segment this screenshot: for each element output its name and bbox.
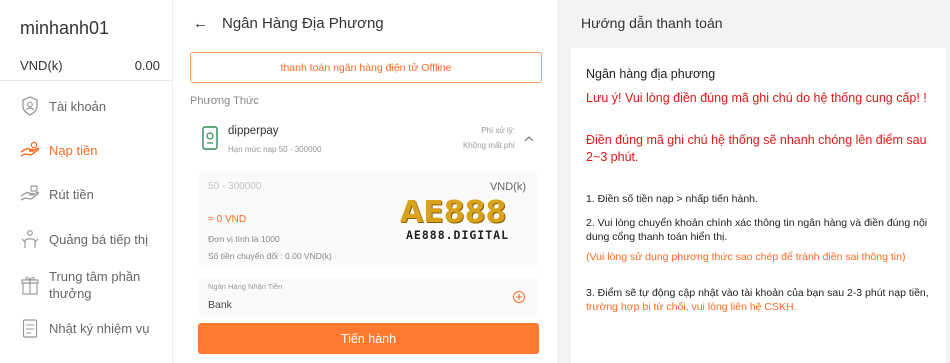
balance-currency: VND(k) xyxy=(20,58,63,73)
sidebar: minhanh01 VND(k) 0.00 Tài khoản Nạp tiền… xyxy=(0,0,172,363)
sidebar-item-label: Quảng bá tiếp thị xyxy=(49,231,149,247)
sidebar-item-label: Nạp tiền xyxy=(49,142,98,158)
payment-method-name: dipperpay xyxy=(228,125,279,137)
sidebar-item-account[interactable]: Tài khoản xyxy=(20,96,106,116)
sidebar-item-label: Rút tiền xyxy=(49,186,94,202)
balance-row: VND(k) 0.00 xyxy=(20,58,160,73)
sidebar-item-label: Tài khoản xyxy=(49,98,107,114)
guide-warning-1: Lưu ý! Vui lòng điền đúng mã ghi chú do … xyxy=(586,91,927,105)
deposit-panel: ← Ngân Hàng Địa Phương thanh toán ngân h… xyxy=(172,0,557,363)
promotion-icon xyxy=(20,229,40,249)
sidebar-item-deposit[interactable]: Nạp tiền xyxy=(20,140,97,160)
guide-step-3-text: 3. Điểm sẽ tự động cập nhật vào tài khoả… xyxy=(586,287,929,299)
watermark-logo: AE888 xyxy=(400,195,507,230)
reward-icon xyxy=(20,275,40,295)
receiving-bank-select[interactable]: Ngân Hàng Nhận Tiền Bank xyxy=(198,278,538,316)
balance-value: 0.00 xyxy=(134,58,160,73)
sidebar-item-task-log[interactable]: Nhật ký nhiệm vụ xyxy=(20,318,149,338)
task-log-icon xyxy=(20,318,40,338)
sidebar-item-label: Trung tâm phần xyxy=(49,269,141,284)
payment-limit: Hạn mức nạp 50 - 300000 xyxy=(228,145,322,154)
guide-heading: Ngân hàng địa phương xyxy=(586,67,716,81)
sidebar-divider xyxy=(0,80,172,81)
sidebar-item-rewards[interactable]: Trung tâm phần thưởng xyxy=(20,268,140,302)
sidebar-item-label: Nhật ký nhiệm vụ xyxy=(49,320,150,336)
username: minhanh01 xyxy=(20,18,110,38)
sidebar-item-label-line2: thưởng xyxy=(49,286,92,301)
user-shield-icon xyxy=(20,96,40,116)
plus-circle-icon[interactable] xyxy=(512,290,526,304)
guide-card: Ngân hàng địa phương Lưu ý! Vui lòng điề… xyxy=(571,48,946,363)
sidebar-item-withdraw[interactable]: Rút tiền xyxy=(20,184,94,204)
guide-copy-note: (Vui lòng sử dụng phương thức sao chép đ… xyxy=(586,251,906,263)
submit-button[interactable]: Tiến hành xyxy=(198,323,539,354)
payment-method-card[interactable]: dipperpay Hạn mức nạp 50 - 300000 Phí xử… xyxy=(198,117,538,161)
guide-step-3-contact: trường hợp bị từ chối, vui lòng liên hệ … xyxy=(586,301,797,313)
fee-label: Phí xử lý: xyxy=(481,126,515,135)
bank-value: Bank xyxy=(208,299,232,311)
guide-title: Hướng dẫn thanh toán xyxy=(581,15,723,31)
method-label: Phương Thức xyxy=(190,95,259,107)
payment-guide-panel: Hướng dẫn thanh toán Ngân hàng địa phươn… xyxy=(557,0,950,363)
deposit-icon xyxy=(20,140,40,160)
watermark-domain: AE888.DIGITAL xyxy=(406,228,510,242)
amount-input[interactable] xyxy=(208,181,378,192)
brand-watermark: AE888 AE888.DIGITAL xyxy=(400,195,548,245)
guide-step-1: 1. Điền số tiền nạp > nhấp tiến hành. xyxy=(586,193,758,205)
deposit-header: ← Ngân Hàng Địa Phương xyxy=(193,15,384,32)
fee-value: Không mất phí xyxy=(462,141,515,150)
bank-label: Ngân Hàng Nhận Tiền xyxy=(208,282,283,291)
amount-equivalent: = 0 VND xyxy=(208,214,247,225)
withdraw-icon xyxy=(20,184,40,204)
sidebar-item-promotion[interactable]: Quảng bá tiếp thị xyxy=(20,229,148,249)
payment-app-icon xyxy=(202,126,218,150)
guide-warning-2: Điền đúng mã ghi chú hệ thống sẽ nhanh c… xyxy=(586,133,927,164)
amount-currency: VND(k) xyxy=(489,181,526,193)
tab-offline-bank[interactable]: thanh toán ngân hàng điện tử Offline xyxy=(190,52,542,83)
guide-step-3: 3. Điểm sẽ tự động cập nhật vào tài khoả… xyxy=(586,286,936,314)
unit-note: Đơn vị tính là 1000 xyxy=(208,234,280,244)
guide-step-2: 2. Vui lòng chuyển khoản chính xác thông… xyxy=(586,217,928,243)
converted-amount: Số tiền chuyển đổi : 0.00 VND(k) xyxy=(208,251,332,261)
back-arrow-icon[interactable]: ← xyxy=(193,15,208,32)
page-title: Ngân Hàng Địa Phương xyxy=(222,15,384,32)
chevron-up-icon[interactable] xyxy=(523,132,535,144)
